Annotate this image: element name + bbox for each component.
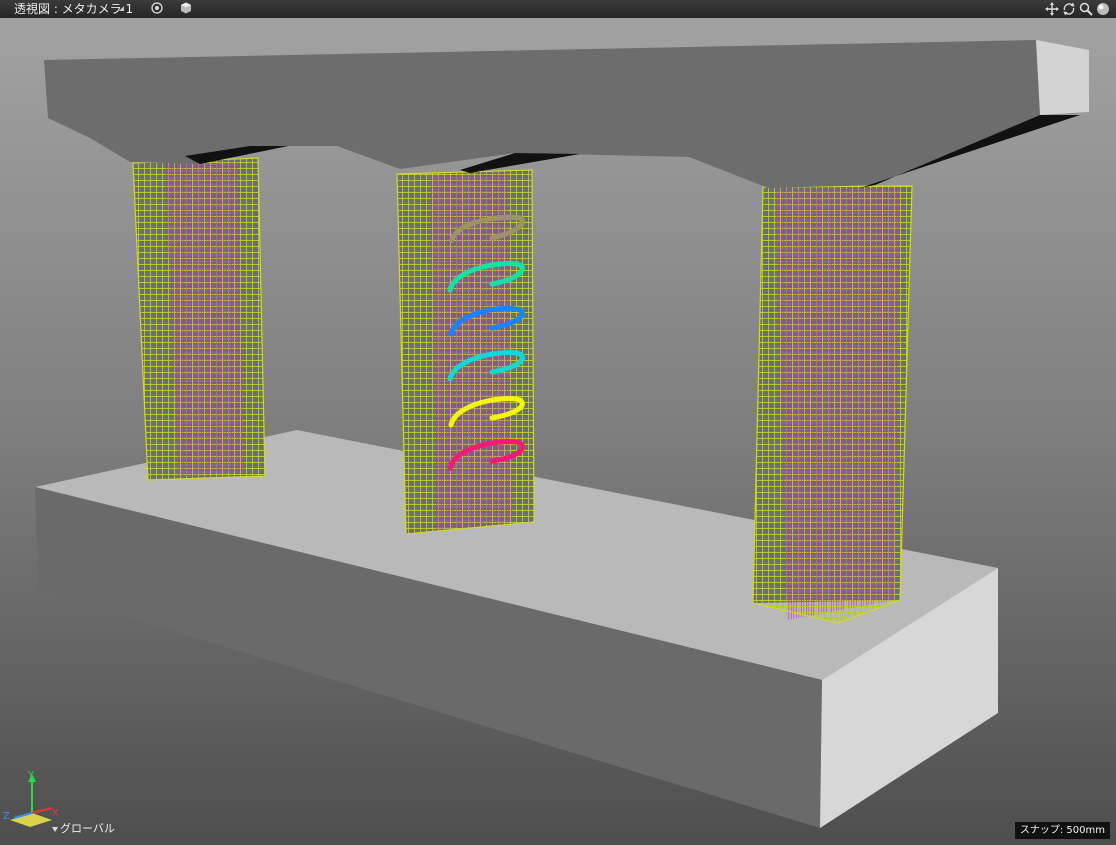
- 3d-viewport-window: 透視図 : メタカメラ 1 Y X Z グローバル スナップ: 500mm: [0, 0, 1116, 845]
- axis-y-label: Y: [28, 770, 35, 781]
- view-camera-selector[interactable]: 透視図 : メタカメラ 1: [14, 1, 133, 17]
- coordinate-dropdown-icon[interactable]: [52, 827, 58, 832]
- snap-status-badge[interactable]: スナップ: 500mm: [1014, 822, 1110, 839]
- pan-icon[interactable]: [1045, 2, 1059, 16]
- sphere-icon[interactable]: [1096, 2, 1110, 16]
- 3d-scene-canvas[interactable]: [0, 18, 1116, 845]
- shading-icon[interactable]: [180, 2, 192, 14]
- axis-x-label: X: [52, 808, 59, 819]
- viewport-toolbar: 透視図 : メタカメラ 1: [0, 0, 1116, 19]
- column-rebar-cage-left[interactable]: [132, 157, 266, 481]
- column-rebar-cage-right[interactable]: [752, 185, 913, 624]
- coordinate-system-selector[interactable]: グローバル: [60, 822, 115, 836]
- orbit-icon[interactable]: [1062, 2, 1076, 16]
- zoom-icon[interactable]: [1079, 2, 1093, 16]
- view-dropdown-arrow-icon[interactable]: [119, 6, 124, 11]
- axis-z-label: Z: [3, 811, 10, 822]
- display-mode-icon[interactable]: [151, 2, 163, 14]
